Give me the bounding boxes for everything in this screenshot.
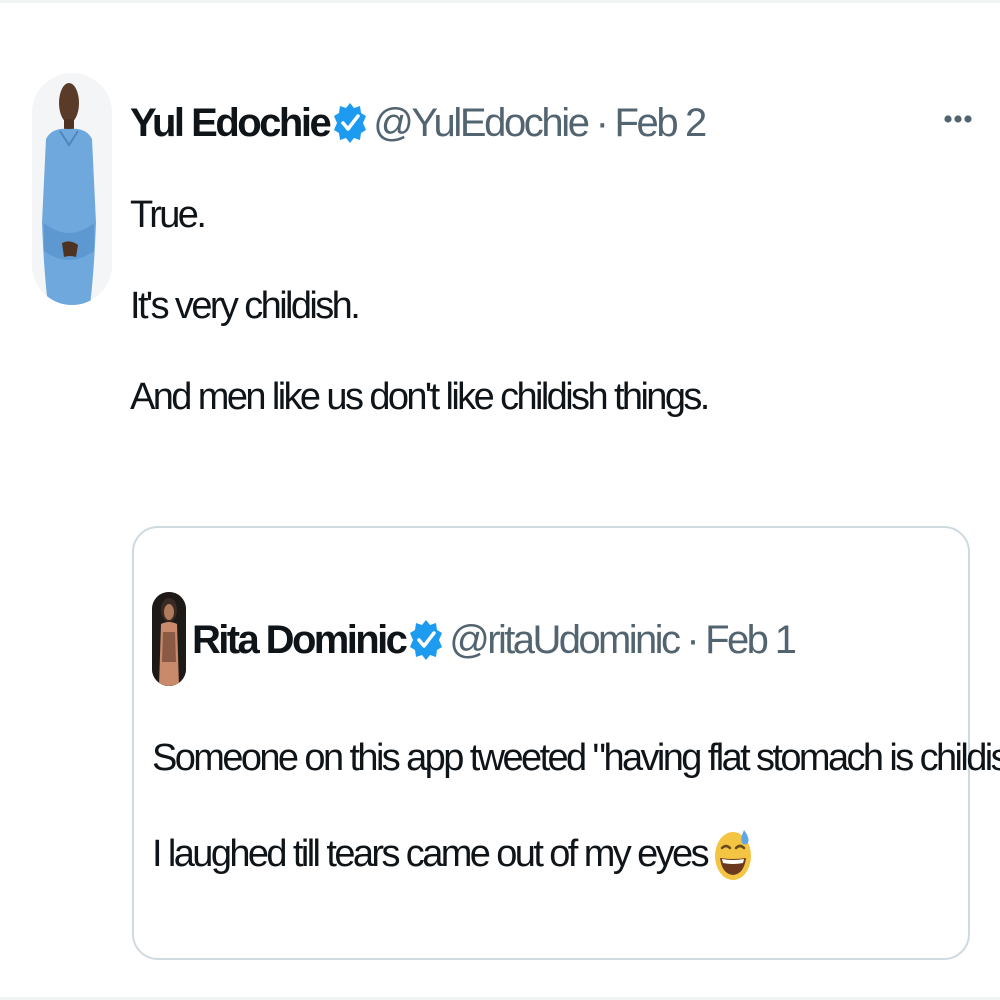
verified-badge-icon xyxy=(333,101,367,145)
tweet-page: Yul Edochie @YulEdochie · Feb 2 True. It… xyxy=(0,0,1000,1000)
quoted-author-display-name[interactable]: Rita Dominic xyxy=(192,618,408,663)
more-options-button[interactable] xyxy=(938,99,978,139)
quoted-tweet-text: Someone on this app tweeted "having flat… xyxy=(152,736,1000,928)
tweet-date[interactable]: Feb 2 xyxy=(615,101,708,146)
author-avatar[interactable] xyxy=(32,73,112,305)
tweet-text: True. It's very childish. And men like u… xyxy=(130,193,950,466)
quoted-tweet-header: Rita Dominic @ritaUdominic · Feb 1 xyxy=(192,610,797,670)
avatar-photo xyxy=(32,73,112,305)
tweet-line: And men like us don't like childish thin… xyxy=(130,376,710,418)
tweet-header: Yul Edochie @YulEdochie · Feb 2 xyxy=(130,91,708,155)
quoted-avatar-photo xyxy=(152,592,186,686)
grinning-face-with-sweat-icon xyxy=(713,826,753,882)
quoted-header-separator: · xyxy=(686,617,699,662)
quoted-author-avatar[interactable] xyxy=(152,592,186,686)
author-display-name[interactable]: Yul Edochie xyxy=(130,101,332,146)
quoted-tweet-date[interactable]: Feb 1 xyxy=(705,618,797,663)
tweet-line: True. xyxy=(130,194,207,236)
quoted-tweet-line: I laughed till tears came out of my eyes xyxy=(152,826,952,882)
quoted-tweet-line: Someone on this app tweeted "having flat… xyxy=(152,736,1000,780)
header-separator: · xyxy=(595,100,609,145)
quoted-tweet-line-text: Someone on this app tweeted "having flat… xyxy=(152,737,1000,779)
quoted-tweet-line-text: I laughed till tears came out of my eyes xyxy=(152,833,710,875)
more-horizontal-icon xyxy=(944,115,972,123)
quoted-tweet-card[interactable]: Rita Dominic @ritaUdominic · Feb 1 Someo… xyxy=(132,526,1000,960)
quoted-author-handle[interactable]: @ritaUdominic xyxy=(449,618,681,663)
tweet-line: It's very childish. xyxy=(130,285,361,327)
author-handle[interactable]: @YulEdochie xyxy=(373,101,590,146)
verified-badge-icon xyxy=(409,618,443,662)
